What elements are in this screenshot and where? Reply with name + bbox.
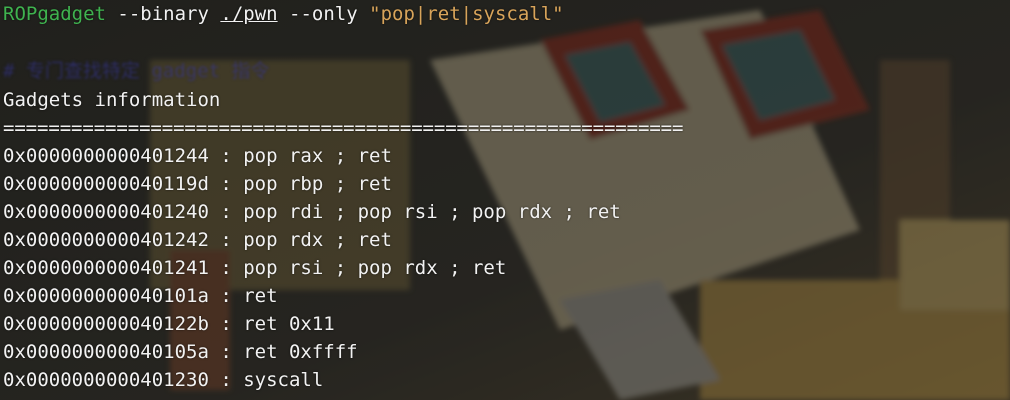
gadget-line: 0x0000000000401240 : pop rdi ; pop rsi ;… — [3, 201, 621, 223]
gadget-line: 0x0000000000401230 : syscall — [3, 369, 324, 391]
command-line: ROPgadget --binary ./pwn --only "pop|ret… — [3, 0, 564, 28]
gadget-line: 0x000000000040105a : ret 0xffff — [3, 341, 358, 363]
gadget-line: 0x0000000000401241 : pop rsi ; pop rdx ;… — [3, 257, 507, 279]
terminal-comment: # 专门查找特定 gadget 指令 — [3, 60, 270, 82]
command-flag-only: --only — [289, 3, 358, 25]
command-program: ROPgadget — [3, 3, 106, 25]
gadget-line: 0x000000000040122b : ret 0x11 — [3, 313, 335, 335]
gadget-line: 0x000000000040101a : ret — [3, 285, 278, 307]
gadget-line: 0x0000000000401242 : pop rdx ; ret — [3, 229, 392, 251]
gadget-line: 0x0000000000401244 : pop rax ; ret — [3, 145, 392, 167]
terminal-output[interactable]: ROPgadget --binary ./pwn --only "pop|ret… — [0, 0, 1010, 400]
gadget-line: 0x000000000040119d : pop rbp ; ret — [3, 173, 392, 195]
output-separator: ========================================… — [3, 117, 684, 139]
command-pattern: "pop|ret|syscall" — [369, 3, 564, 25]
command-path: ./pwn — [220, 3, 278, 25]
output-heading: Gadgets information — [3, 89, 221, 111]
command-flag-binary: --binary — [117, 3, 209, 25]
